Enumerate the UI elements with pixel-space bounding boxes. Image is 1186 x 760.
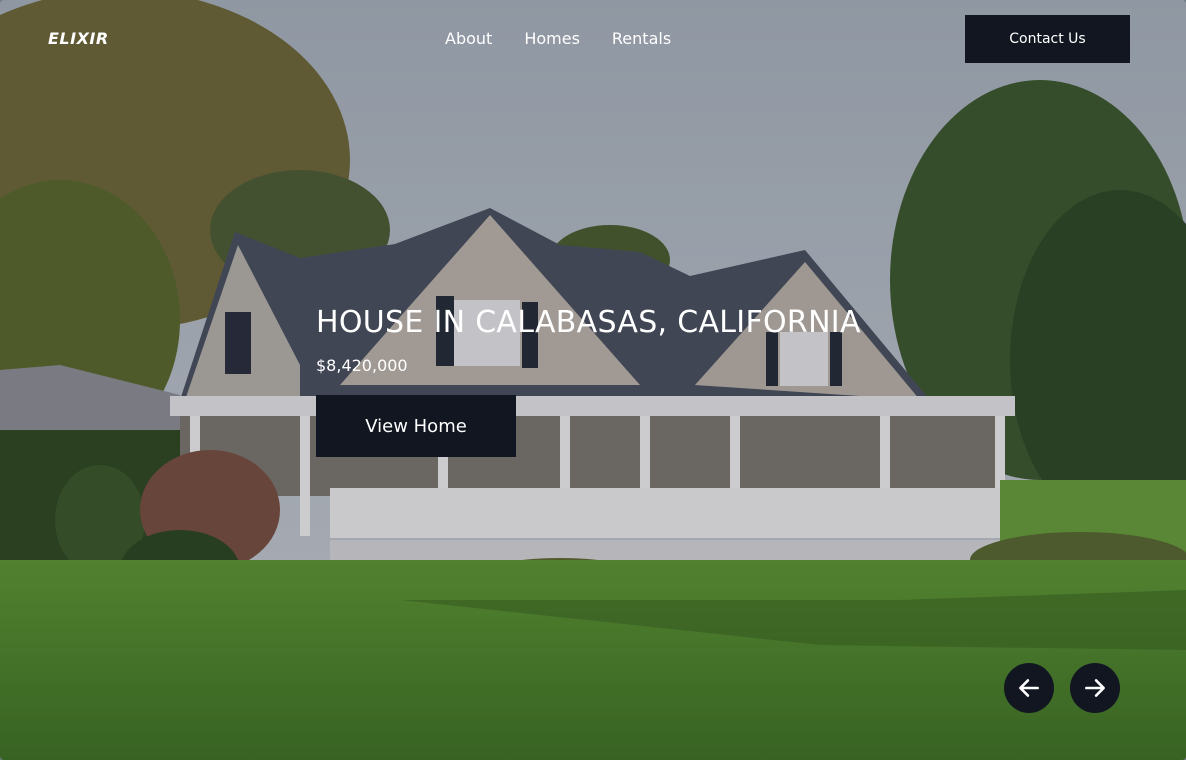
brand-logo[interactable]: ELIXIR <box>48 29 109 48</box>
carousel-next-button[interactable] <box>1070 663 1120 713</box>
contact-us-button[interactable]: Contact Us <box>965 15 1130 63</box>
main-nav: About Homes Rentals <box>445 29 703 48</box>
arrow-left-icon <box>1019 679 1039 697</box>
listing-price: $8,420,000 <box>316 356 408 375</box>
nav-link-homes[interactable]: Homes <box>524 29 580 48</box>
hero-banner: ELIXIR About Homes Rentals Contact Us HO… <box>0 0 1186 760</box>
carousel-prev-button[interactable] <box>1004 663 1054 713</box>
image-overlay <box>0 0 1186 760</box>
arrow-right-icon <box>1085 679 1105 697</box>
nav-link-rentals[interactable]: Rentals <box>612 29 671 48</box>
listing-title: HOUSE IN CALABASAS, CALIFORNIA <box>316 305 861 340</box>
nav-link-about[interactable]: About <box>445 29 492 48</box>
view-home-button[interactable]: View Home <box>316 395 516 457</box>
